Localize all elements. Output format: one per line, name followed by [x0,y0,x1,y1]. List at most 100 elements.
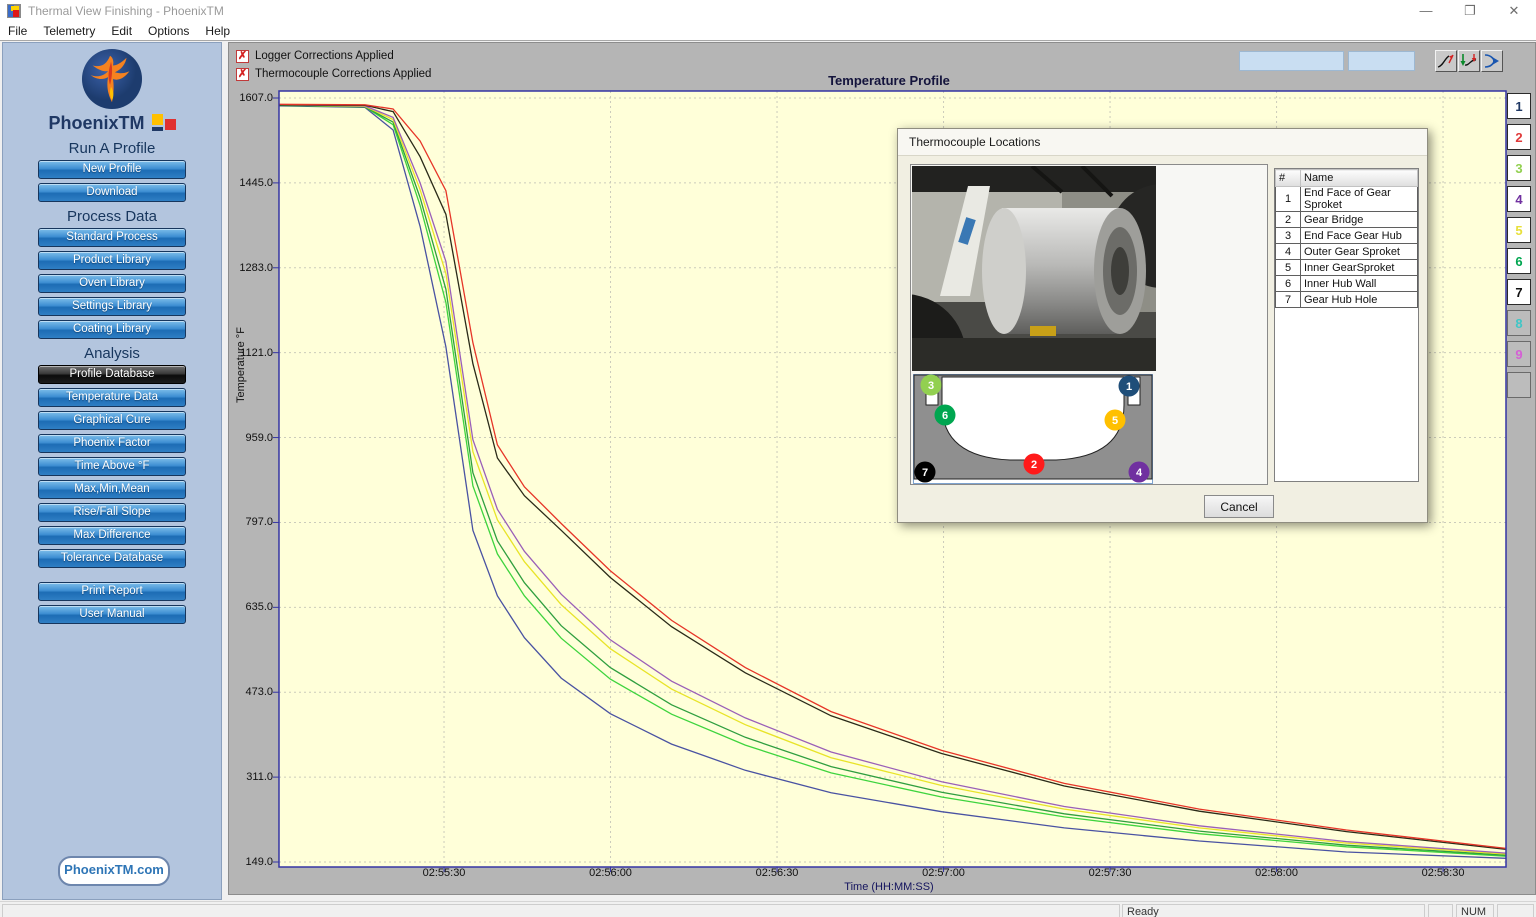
x-tick-label: 02:56:00 [576,867,646,879]
diagram-marker-6: 6 [935,405,956,426]
y-tick-label: 311.0 [231,771,273,783]
cancel-button[interactable]: Cancel [1204,495,1274,518]
sidebar-button-standard-process[interactable]: Standard Process [38,228,186,247]
channel-button-7[interactable]: 7 [1507,279,1531,305]
y-tick-label: 959.0 [231,432,273,444]
sidebar-button-new-profile[interactable]: New Profile [38,160,186,179]
sidebar-button-tolerance-database[interactable]: Tolerance Database [38,549,186,568]
menu-item-help[interactable]: Help [197,24,238,38]
thermocouple-row-5[interactable]: 5Inner GearSproket [1276,260,1418,276]
sidebar-button-temperature-data[interactable]: Temperature Data [38,388,186,407]
status-ready: Ready [1122,904,1425,917]
sidebar-button-graphical-cure[interactable]: Graphical Cure [38,411,186,430]
y-tick-label: 1283.0 [231,262,273,274]
sidebar-spacer [3,572,221,582]
status-pane-main [2,904,1120,917]
menu-item-telemetry[interactable]: Telemetry [35,24,103,38]
minimize-icon[interactable]: — [1404,0,1448,22]
sidebar-button-max-min-mean[interactable]: Max,Min,Mean [38,480,186,499]
thermocouple-name: End Face Gear Hub [1301,228,1418,244]
thermocouple-name: Gear Bridge [1301,212,1418,228]
channel-button-9[interactable]: 9 [1507,341,1531,367]
x-tick-label: 02:58:00 [1242,867,1312,879]
checkbox-label: Logger Corrections Applied [255,50,394,62]
channel-button-6[interactable]: 6 [1507,248,1531,274]
channel-button-2[interactable]: 2 [1507,124,1531,150]
channel-button-1[interactable]: 1 [1507,93,1531,119]
checkbox-checked-icon[interactable]: ✗ [236,68,249,81]
restore-icon[interactable]: ❐ [1448,0,1492,22]
thermocouple-row-2[interactable]: 2Gear Bridge [1276,212,1418,228]
sidebar-button-max-difference[interactable]: Max Difference [38,526,186,545]
sidebar-button-product-library[interactable]: Product Library [38,251,186,270]
toolbar-field-2[interactable] [1348,51,1415,71]
thermocouple-number: 4 [1276,244,1301,260]
channel-button-3[interactable]: 3 [1507,155,1531,181]
toolbar-field-1[interactable] [1239,51,1344,71]
channel-legend-column: 1 2 3 4 5 6 7 8 9 [1507,93,1533,403]
y-tick-label: 1607.0 [231,92,273,104]
channel-button-4[interactable]: 4 [1507,186,1531,212]
sidebar-button-coating-library[interactable]: Coating Library [38,320,186,339]
x-tick-label: 02:58:30 [1408,867,1478,879]
channel-button-8[interactable]: 8 [1507,310,1531,336]
dialog-image-panel: 3165274 [910,164,1268,485]
diagram-marker-3: 3 [921,375,942,396]
application-window: { "window": { "title": "Thermal View Fin… [0,0,1536,917]
close-icon[interactable]: ✕ [1492,0,1536,22]
thermocouple-number: 1 [1276,187,1301,212]
sidebar-button-rise-fall-slope[interactable]: Rise/Fall Slope [38,503,186,522]
phoenixtm-website-button[interactable]: PhoenixTM.com [58,856,170,886]
thermocouple-row-3[interactable]: 3End Face Gear Hub [1276,228,1418,244]
thermocouple-name: Inner GearSproket [1301,260,1418,276]
menu-bar: FileTelemetryEditOptionsHelp [0,22,1536,40]
y-tick-label: 473.0 [231,686,273,698]
status-bar: Ready NUM [0,901,1536,917]
sidebar-button-oven-library[interactable]: Oven Library [38,274,186,293]
svg-text:3: 3 [928,380,934,392]
sidebar-button-settings-library[interactable]: Settings Library [38,297,186,316]
diagram-marker-7: 7 [915,462,936,483]
checkbox-checked-icon[interactable]: ✗ [236,50,249,63]
sidebar-button-profile-database[interactable]: Profile Database [38,365,186,384]
thermocouple-row-1[interactable]: 1End Face of Gear Sproket [1276,187,1418,212]
peak-up-tool-button[interactable] [1435,50,1457,72]
sidebar-button-phoenix-factor[interactable]: Phoenix Factor [38,434,186,453]
thermocouple-number: 6 [1276,276,1301,292]
sidebar-button-time-above-f[interactable]: Time Above °F [38,457,186,476]
y-tick-label: 149.0 [231,856,273,868]
diagram-marker-2: 2 [1024,454,1045,475]
menu-item-options[interactable]: Options [140,24,197,38]
menu-item-file[interactable]: File [0,24,35,38]
phoenixtm-logo [3,48,221,115]
thermocouple-diagram: 3165274 [913,374,1153,484]
thermocouple-row-6[interactable]: 6Inner Hub Wall [1276,276,1418,292]
sidebar-button-download[interactable]: Download [38,183,186,202]
y-tick-label: 1445.0 [231,177,273,189]
svg-text:7: 7 [922,467,928,479]
thermocouple-number: 3 [1276,228,1301,244]
channel-button-5[interactable]: 5 [1507,217,1531,243]
part-cross-section: 3165274 [914,375,1152,483]
thermocouple-name: End Face of Gear Sproket [1301,187,1418,212]
thermocouple-table: # Name 1End Face of Gear Sproket2Gear Br… [1274,168,1419,482]
dialog-title: Thermocouple Locations [898,129,1427,156]
checkbox-row-thermocouple-corrections-applied[interactable]: ✗Thermocouple Corrections Applied [236,67,431,81]
checkbox-row-logger-corrections-applied[interactable]: ✗ Logger Corrections Applied [236,49,394,63]
diagram-marker-1: 1 [1119,376,1140,397]
sidebar-button-user-manual[interactable]: User Manual [38,605,186,624]
x-tick-label: 02:55:30 [409,867,479,879]
status-num: NUM [1456,904,1494,917]
thermocouple-locations-dialog: Thermocouple Locations [897,128,1428,523]
thermocouple-row-4[interactable]: 4Outer Gear Sproket [1276,244,1418,260]
y-axis-title: Temperature °F [235,327,247,403]
x-tick-label: 02:57:30 [1075,867,1145,879]
thermocouple-row-7[interactable]: 7Gear Hub Hole [1276,292,1418,308]
curve-right-tool-button[interactable] [1481,50,1503,72]
thermocouple-number: 7 [1276,292,1301,308]
dip-down-tool-button[interactable] [1458,50,1480,72]
channel-button-blank[interactable] [1507,372,1531,398]
status-pane-cap [1428,904,1453,917]
sidebar-button-print-report[interactable]: Print Report [38,582,186,601]
menu-item-edit[interactable]: Edit [103,24,140,38]
